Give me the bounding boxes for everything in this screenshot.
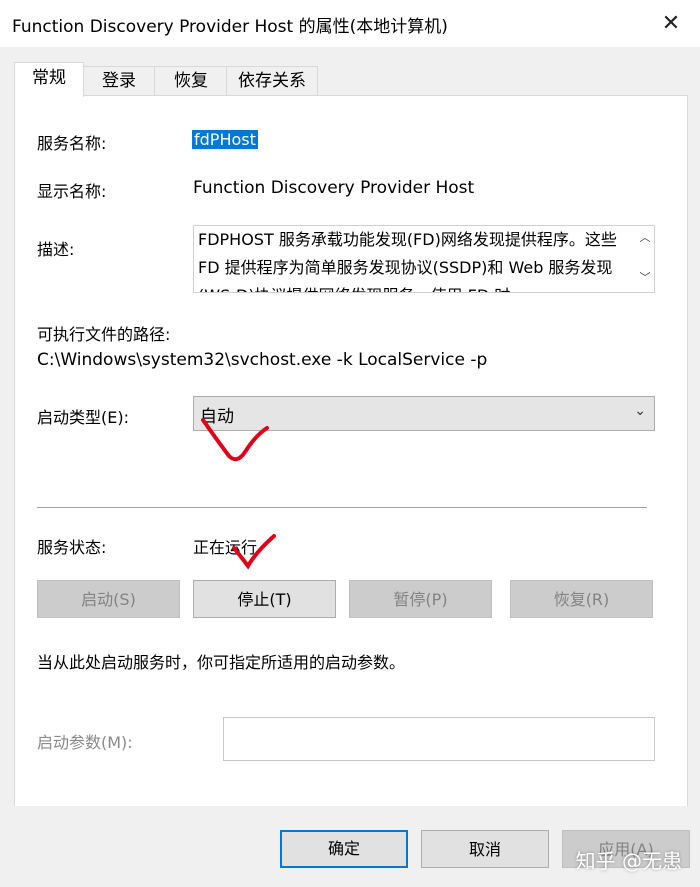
tab-dependencies[interactable]: 依存关系 [226, 66, 318, 96]
service-status-value: 正在运行 [193, 538, 258, 557]
service-name-label: 服务名称: [37, 134, 107, 153]
start-params-input[interactable] [223, 717, 655, 761]
startup-type-label: 启动类型(E): [37, 408, 129, 427]
chevron-down-icon: ⌄ [634, 403, 646, 419]
service-name-value[interactable]: fdPHost [192, 130, 258, 149]
scroll-down-icon[interactable]: ﹀ [639, 272, 651, 284]
description-box[interactable]: FDPHOST 服务承载功能发现(FD)网络发现提供程序。这些 FD 提供程序为… [193, 225, 655, 293]
service-status-label: 服务状态: [37, 538, 107, 557]
start-params-hint: 当从此处启动服务时，你可指定所适用的启动参数。 [37, 653, 406, 672]
title-bar: Function Discovery Provider Host 的属性(本地计… [0, 0, 700, 47]
scroll-up-icon[interactable]: ︿ [639, 232, 651, 244]
watermark: 知乎 @无患 [575, 849, 682, 873]
cancel-button[interactable]: 取消 [421, 830, 549, 868]
startup-type-value: 自动 [200, 407, 234, 427]
tab-recovery[interactable]: 恢复 [154, 66, 228, 96]
description-label: 描述: [37, 240, 75, 259]
description-text: FDPHOST 服务承载功能发现(FD)网络发现提供程序。这些 FD 提供程序为… [198, 230, 617, 292]
pause-button[interactable]: 暂停(P) [349, 580, 492, 618]
path-value[interactable]: C:\Windows\system32\svchost.exe -k Local… [37, 350, 487, 370]
general-panel: 服务名称: fdPHost 显示名称: Function Discovery P… [14, 95, 688, 807]
ok-button[interactable]: 确定 [280, 830, 408, 868]
section-divider [37, 507, 647, 508]
stop-button[interactable]: 停止(T) [193, 580, 336, 618]
tab-general[interactable]: 常规 [14, 62, 84, 97]
path-label: 可执行文件的路径: [37, 325, 171, 344]
resume-button[interactable]: 恢复(R) [510, 580, 653, 618]
tab-logon[interactable]: 登录 [82, 66, 156, 96]
properties-window: Function Discovery Provider Host 的属性(本地计… [0, 0, 700, 887]
display-name-value[interactable]: Function Discovery Provider Host [193, 178, 474, 198]
startup-type-select[interactable]: 自动 ⌄ [193, 396, 655, 431]
description-scrollbar[interactable]: ︿ ﹀ [636, 226, 654, 292]
start-params-label: 启动参数(M): [37, 733, 133, 752]
window-title: Function Discovery Provider Host 的属性(本地计… [12, 17, 448, 37]
close-icon[interactable]: ✕ [642, 0, 700, 47]
start-button[interactable]: 启动(S) [37, 580, 180, 618]
dialog-footer: 确定 取消 应用(A) 知乎 @无患 [0, 806, 700, 887]
display-name-label: 显示名称: [37, 182, 107, 201]
